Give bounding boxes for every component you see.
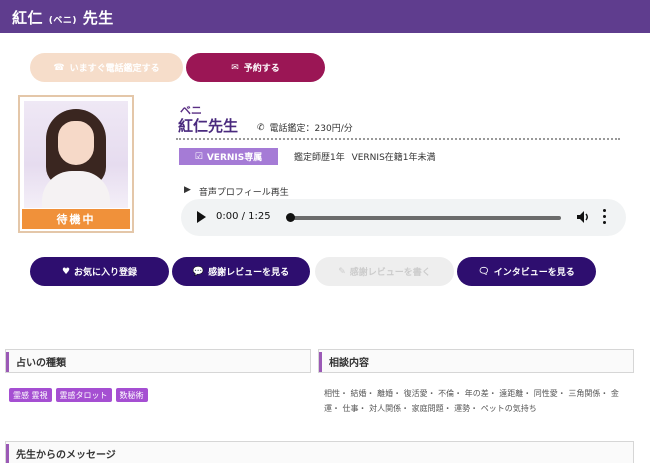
phone-icon: ☎ (53, 62, 65, 73)
status-badge: 待機中 (22, 209, 130, 229)
interview-label: インタビューを見る (493, 268, 575, 278)
teacher-message-heading: 先生からのメッセージ (5, 441, 634, 463)
envelope-icon: ✉ (231, 62, 239, 73)
reserve-button[interactable]: ✉ 予約する (186, 53, 325, 82)
page-header: 紅仁 (ベニ) 先生 (0, 0, 650, 33)
phone-icon: ✆ (257, 122, 265, 133)
interview-button[interactable]: 🗨 インタビューを見る (457, 257, 596, 286)
fortune-type-tag[interactable]: 霊感タロット (55, 388, 112, 402)
fortune-type-tags: 霊感 霊視 霊感タロット 数秘術 (9, 388, 148, 402)
exclusive-badge: ☑ VERNIS専属 (179, 148, 278, 165)
consult-content-heading: 相談内容 (318, 349, 634, 373)
exclusive-label: VERNIS専属 (206, 153, 263, 163)
voice-profile-label: 音声プロフィール再生 (198, 188, 289, 198)
teacher-name: 紅仁先生 (178, 117, 239, 135)
fortune-types-heading: 占いの種類 (5, 349, 311, 373)
disclosure-triangle-icon: ▶ (184, 185, 191, 195)
favorite-button[interactable]: ♥ お気に入り登録 (30, 257, 169, 286)
fortune-type-tag[interactable]: 数秘術 (115, 388, 148, 402)
phone-consult-button[interactable]: ☎ いますぐ電話鑑定する (30, 53, 183, 82)
fortune-type-tag[interactable]: 霊感 霊視 (9, 388, 52, 402)
honorific-title: 先生 (76, 9, 114, 27)
audio-time: 0:00 / 1:25 (216, 211, 271, 222)
page-title: 紅仁 (ベニ) 先生 (12, 7, 114, 28)
speech-bubble-icon: 💬 (192, 266, 205, 277)
phone-consult-label: いますぐ電話鑑定する (69, 64, 160, 74)
audio-seek-handle[interactable] (286, 213, 295, 222)
career-text: 鑑定師歴1年 VERNIS在籍1年未満 (294, 153, 436, 163)
teacher-photo (24, 101, 128, 208)
play-icon[interactable] (197, 211, 206, 223)
favorite-label: お気に入り登録 (74, 268, 138, 278)
voice-profile-toggle[interactable]: ▶ 音声プロフィール再生 (184, 185, 289, 198)
teacher-kana-title: (ベニ) (48, 16, 77, 26)
view-reviews-label: 感謝レビューを見る (208, 268, 290, 278)
heart-icon: ♥ (61, 266, 71, 277)
audio-seek-bar[interactable] (288, 216, 561, 220)
checkbox-icon: ☑ (194, 151, 203, 162)
view-reviews-button[interactable]: 💬 感謝レビューを見る (172, 257, 310, 286)
consult-content-text: 相性・ 結婚・ 離婚・ 復活愛・ 不倫・ 年の差・ 遠距離・ 同性愛・ 三角関係… (324, 389, 619, 413)
write-review-label: 感謝レビューを書く (349, 268, 431, 278)
pencil-icon: ✎ (338, 266, 346, 277)
more-options-icon[interactable] (603, 209, 607, 226)
fee-text: 電話鑑定：230円/分 (269, 124, 353, 134)
teacher-photo-card[interactable]: 待機中 (18, 95, 134, 233)
reserve-label: 予約する (243, 64, 280, 74)
write-review-button[interactable]: ✎ 感謝レビューを書く (315, 257, 454, 286)
teacher-name-title: 紅仁 (12, 9, 44, 27)
volume-icon[interactable] (576, 210, 590, 224)
divider (176, 138, 620, 140)
fee-info: ✆ 電話鑑定：230円/分 (257, 121, 353, 135)
chat-icon: 🗨 (478, 266, 490, 277)
audio-player: 0:00 / 1:25 (181, 199, 626, 236)
